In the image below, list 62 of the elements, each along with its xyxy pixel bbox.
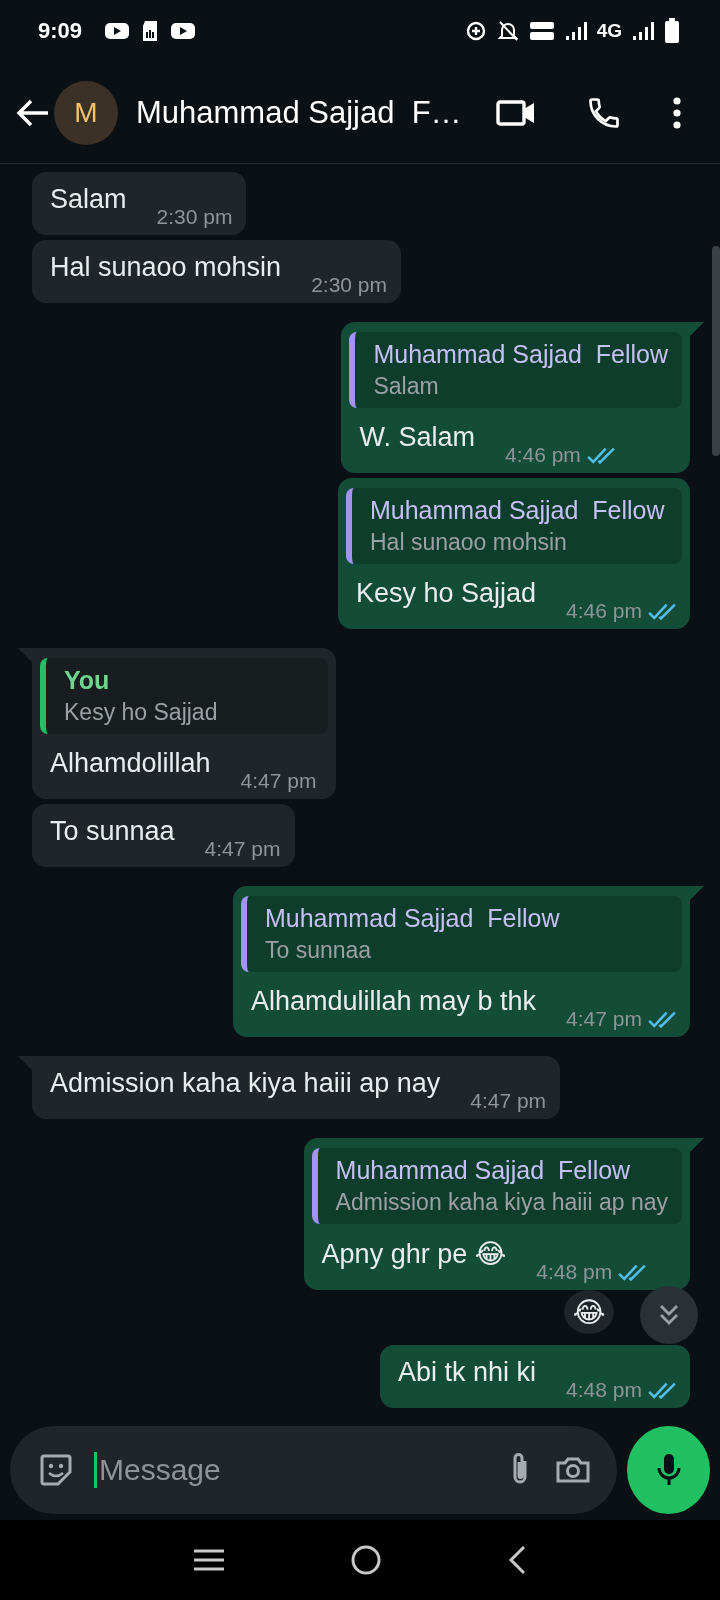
quote-text: Salam [373,373,440,400]
quoted-message[interactable]: Muhammad Sajjad Fellow Hal sunaoo mohsin [346,488,682,564]
home-icon[interactable] [350,1544,382,1576]
back-icon[interactable] [506,1544,528,1576]
message-time: 4:47 pm [204,837,281,861]
battery-icon [664,18,680,44]
quoted-message[interactable]: You Kesy ho Sajjad [40,658,328,734]
quote-author: Muhammad Sajjad Fellow [335,1156,632,1185]
message-time: 4:46 pm [566,599,642,623]
message-bubble[interactable]: Salam 2:30 pm [32,172,247,235]
message-text: Kesy ho Sajjad [356,577,537,610]
message-text: Alhamdulillah may b thk [250,985,537,1018]
video-call-icon[interactable] [496,97,536,128]
muted-bell-icon [496,20,519,42]
message-bubble[interactable]: Abi tk nhi ki 4:48 pm [380,1345,690,1408]
message-text: Admission kaha kiya haiii ap nay [50,1067,441,1100]
message-time: 2:30 pm [156,205,233,229]
back-arrow-icon[interactable] [16,97,50,128]
reaction-emoji[interactable]: 😂 [564,1290,614,1334]
message-text: W. Salam [359,421,475,454]
message-text: Apny ghr pe 😂 [321,1238,507,1271]
quote-text: Hal sunaoo mohsin [370,529,568,556]
video-play-icon [170,21,197,41]
contact-avatar[interactable]: M [54,80,118,145]
quote-author: You [64,666,111,695]
message-bubble[interactable]: To sunnaa 4:47 pm [32,804,295,867]
message-input[interactable]: Message [94,1452,487,1488]
message-time: 4:48 pm [566,1378,642,1402]
signal-icon [564,21,587,41]
quote-author: Muhammad Sajjad Fellow [373,340,668,369]
message-time: 4:48 pm [536,1260,613,1284]
message-text: Abi tk nhi ki [398,1356,537,1389]
message-field[interactable]: Message [10,1426,617,1514]
quoted-message[interactable]: Muhammad Sajjad Fellow Salam [349,332,682,408]
data-saver-icon [464,20,487,42]
quoted-message[interactable]: Muhammad Sajjad Fellow Admission kaha kiya haiii ap nay [311,1148,682,1224]
message-text: Salam [50,183,127,216]
message-bubble[interactable]: Hal sunaoo mohsin 2:30 pm [32,240,402,303]
quote-author: Muhammad Sajjad Fellow [264,904,561,933]
scrollbar[interactable] [712,246,720,456]
video-play-icon [104,21,131,41]
quote-author: Muhammad Sajjad Fellow [370,496,666,525]
signal-icon [632,21,654,41]
message-time: 2:30 pm [311,273,388,297]
more-options-icon[interactable] [672,96,682,129]
message-time: 4:47 pm [470,1089,547,1113]
quoted-message[interactable]: Muhammad Sajjad Fellow To sunnaa [240,896,682,972]
message-time: 4:46 pm [504,443,581,467]
quote-text: Admission kaha kiya haiii ap nay [335,1189,668,1216]
quote-text: To sunnaa [264,937,373,964]
quote-text: Kesy ho Sajjad [64,699,219,726]
message-text: Alhamdolillah [50,747,211,780]
message-text: Hal sunaoo mohsin [50,251,282,284]
message-bubble[interactable]: Muhammad Sajjad Fellow Hal sunaoo mohsin Kesy ho Sajjad 4:46 pm [338,478,690,629]
message-time: 4:47 pm [566,1007,642,1031]
microphone-icon [655,1452,682,1488]
message-time: 4:47 pm [240,769,317,793]
network-type: 4G [596,20,622,42]
status-time: 9:09 [38,18,83,44]
recent-apps-icon[interactable] [192,1548,226,1572]
contact-name[interactable]: Muhammad Sajjad F… [136,94,486,131]
message-text: To sunnaa [50,815,175,848]
